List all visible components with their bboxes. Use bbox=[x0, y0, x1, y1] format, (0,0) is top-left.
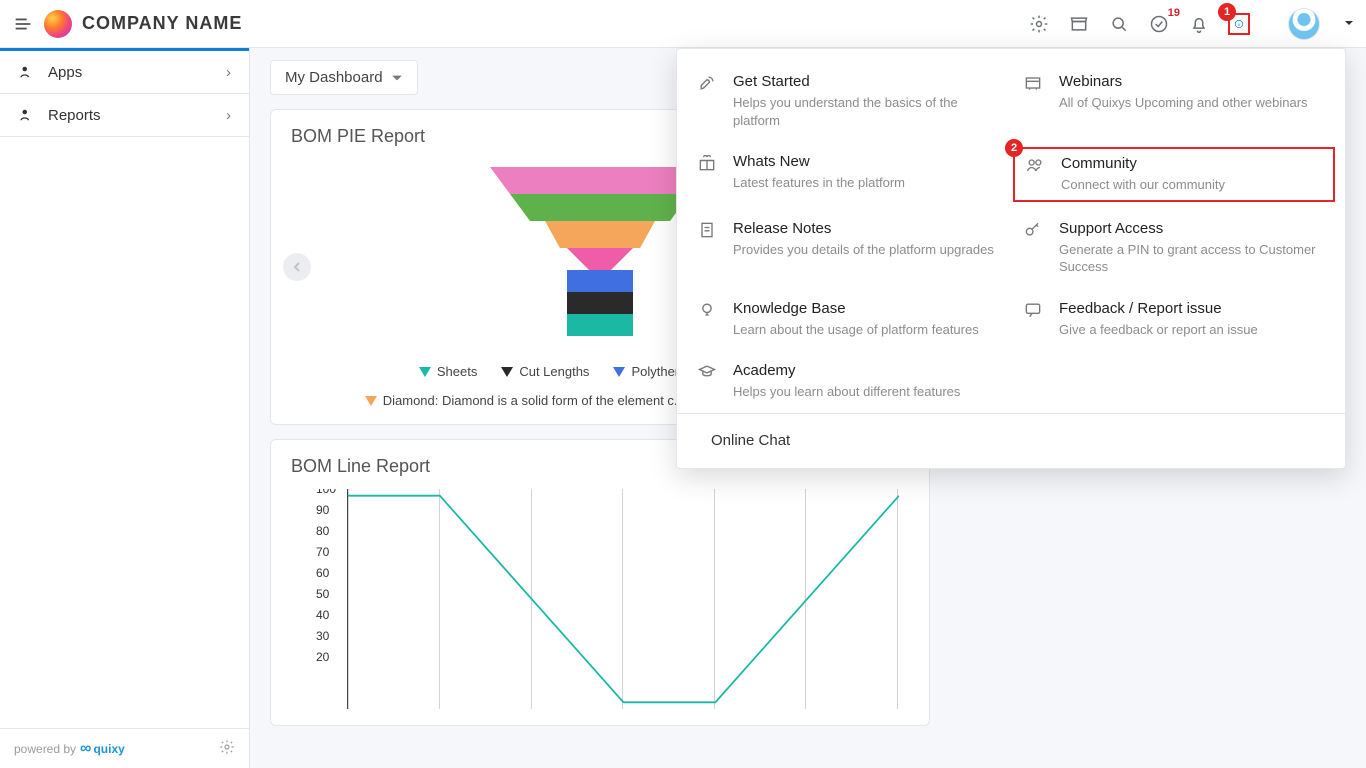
help-item-desc: Connect with our community bbox=[1061, 176, 1225, 194]
y-tick: 50 bbox=[316, 587, 329, 601]
user-avatar[interactable] bbox=[1288, 8, 1320, 40]
funnel-slice[interactable] bbox=[567, 248, 633, 270]
help-item-title: Knowledge Base bbox=[733, 300, 979, 317]
funnel-slice[interactable] bbox=[567, 292, 633, 314]
line-series bbox=[348, 489, 899, 709]
bell-icon[interactable] bbox=[1188, 13, 1210, 35]
company-name: COMPANY NAME bbox=[82, 13, 242, 34]
help-item-title: Get Started bbox=[733, 73, 999, 90]
legend-item[interactable]: Sheets bbox=[419, 364, 477, 379]
help-item-support-access[interactable]: Support Access Generate a PIN to grant ac… bbox=[1023, 220, 1325, 276]
help-item-community[interactable]: 2CommunityConnect with our community bbox=[1023, 153, 1325, 196]
user-icon bbox=[18, 63, 36, 81]
legend-label: Diamond: Diamond is a solid form of the … bbox=[383, 393, 685, 408]
sidebar-item-label: Apps bbox=[48, 64, 82, 81]
grad-icon bbox=[697, 362, 719, 401]
dashboard-selector-label: My Dashboard bbox=[285, 69, 383, 86]
chevron-right-icon: › bbox=[226, 107, 231, 124]
y-tick: 60 bbox=[316, 566, 329, 580]
help-item-desc: Generate a PIN to grant access to Custom… bbox=[1059, 241, 1325, 276]
help-item-get-started[interactable]: Get Started Helps you understand the basi… bbox=[697, 73, 999, 129]
y-tick: 70 bbox=[316, 545, 329, 559]
sidebar-item-apps[interactable]: Apps › bbox=[0, 51, 249, 94]
help-item-title: Release Notes bbox=[733, 220, 994, 237]
people-icon bbox=[1025, 155, 1047, 194]
y-tick: 80 bbox=[316, 524, 329, 538]
y-tick: 90 bbox=[316, 503, 329, 517]
help-item-title: Academy bbox=[733, 362, 960, 379]
help-item-desc: Latest features in the platform bbox=[733, 174, 905, 192]
help-dropdown: Get Started Helps you understand the basi… bbox=[676, 48, 1346, 469]
bulb-icon bbox=[697, 300, 719, 339]
store-icon[interactable] bbox=[1068, 13, 1090, 35]
legend-label: Sheets bbox=[437, 364, 477, 379]
help-item-feedback-report-issue[interactable]: Feedback / Report issue Give a feedback o… bbox=[1023, 300, 1325, 339]
sidebar-item-label: Reports bbox=[48, 107, 101, 124]
legend-item[interactable]: Diamond: Diamond is a solid form of the … bbox=[365, 393, 685, 408]
sidebar-item-reports[interactable]: Reports › bbox=[0, 94, 249, 137]
company-logo bbox=[44, 10, 72, 38]
annotation-2: 2 bbox=[1005, 139, 1023, 157]
funnel-slice[interactable] bbox=[567, 270, 633, 292]
help-item-title: Webinars bbox=[1059, 73, 1308, 90]
tasks-icon[interactable]: 19 bbox=[1148, 13, 1170, 35]
help-item-desc: Helps you understand the basics of the p… bbox=[733, 94, 999, 129]
help-item-title: Whats New bbox=[733, 153, 905, 170]
rocket-icon bbox=[697, 73, 719, 129]
user-icon bbox=[18, 106, 36, 124]
funnel-slice[interactable] bbox=[545, 221, 655, 248]
search-icon[interactable] bbox=[1108, 13, 1130, 35]
sidebar-settings-icon[interactable] bbox=[219, 739, 235, 758]
help-item-desc: Provides you details of the platform upg… bbox=[733, 241, 994, 259]
gift-icon bbox=[697, 153, 719, 196]
bom-line-card: BOM Line Report em Name 2030405060708090… bbox=[270, 439, 930, 726]
dashboard-selector[interactable]: My Dashboard bbox=[270, 60, 418, 95]
help-item-desc: Helps you learn about different features bbox=[733, 383, 960, 401]
help-item-webinars[interactable]: Webinars All of Quixys Upcoming and other… bbox=[1023, 73, 1325, 129]
funnel-slice[interactable] bbox=[510, 194, 690, 221]
info-icon[interactable]: 1 bbox=[1228, 13, 1250, 35]
legend-marker-icon bbox=[419, 367, 431, 377]
y-tick: 30 bbox=[316, 629, 329, 643]
line-chart: em Name 20 30 40 50 60 70 80 90 100 bbox=[291, 489, 909, 709]
y-tick: 20 bbox=[316, 650, 329, 664]
legend-marker-icon bbox=[365, 396, 377, 406]
app-header: COMPANY NAME 19 1 bbox=[0, 0, 1366, 48]
y-axis-label: em Name bbox=[291, 648, 293, 709]
help-item-desc: Learn about the usage of platform featur… bbox=[733, 321, 979, 339]
key-icon bbox=[1023, 220, 1045, 276]
quixy-logo: ∞quixy bbox=[80, 740, 125, 758]
chevron-right-icon: › bbox=[226, 64, 231, 81]
legend-marker-icon bbox=[501, 367, 513, 377]
present-icon bbox=[1023, 73, 1045, 129]
help-item-title: Support Access bbox=[1059, 220, 1325, 237]
help-item-title: Community bbox=[1061, 155, 1225, 172]
header-actions: 19 1 bbox=[1028, 8, 1354, 40]
user-menu-caret-icon[interactable] bbox=[1344, 15, 1354, 33]
help-item-whats-new[interactable]: Whats New Latest features in the platform bbox=[697, 153, 999, 196]
help-item-knowledge-base[interactable]: Knowledge Base Learn about the usage of p… bbox=[697, 300, 999, 339]
sidebar: Apps › Reports › powered by ∞quixy bbox=[0, 48, 250, 768]
help-footer-title: Online Chat bbox=[711, 432, 790, 449]
help-item-desc: Give a feedback or report an issue bbox=[1059, 321, 1258, 339]
notes-icon bbox=[697, 220, 719, 276]
menu-toggle-icon[interactable] bbox=[12, 13, 34, 35]
legend-marker-icon bbox=[613, 367, 625, 377]
legend-label: Cut Lengths bbox=[519, 364, 589, 379]
tasks-badge: 19 bbox=[1168, 7, 1180, 19]
y-tick: 40 bbox=[316, 608, 329, 622]
settings-gear-icon[interactable] bbox=[1028, 13, 1050, 35]
help-online-chat[interactable]: Online Chat bbox=[677, 413, 1345, 468]
sidebar-footer: powered by ∞quixy bbox=[0, 728, 249, 768]
help-item-academy[interactable]: Academy Helps you learn about different f… bbox=[697, 362, 999, 401]
powered-by-label: powered by bbox=[14, 742, 76, 756]
chat-icon bbox=[1023, 300, 1045, 339]
legend-item[interactable]: Cut Lengths bbox=[501, 364, 589, 379]
help-item-title: Feedback / Report issue bbox=[1059, 300, 1258, 317]
help-item-desc: All of Quixys Upcoming and other webinar… bbox=[1059, 94, 1308, 112]
help-item-release-notes[interactable]: Release Notes Provides you details of the… bbox=[697, 220, 999, 276]
funnel-slice[interactable] bbox=[567, 314, 633, 336]
y-tick: 100 bbox=[316, 489, 336, 496]
annotation-1: 1 bbox=[1218, 3, 1236, 21]
